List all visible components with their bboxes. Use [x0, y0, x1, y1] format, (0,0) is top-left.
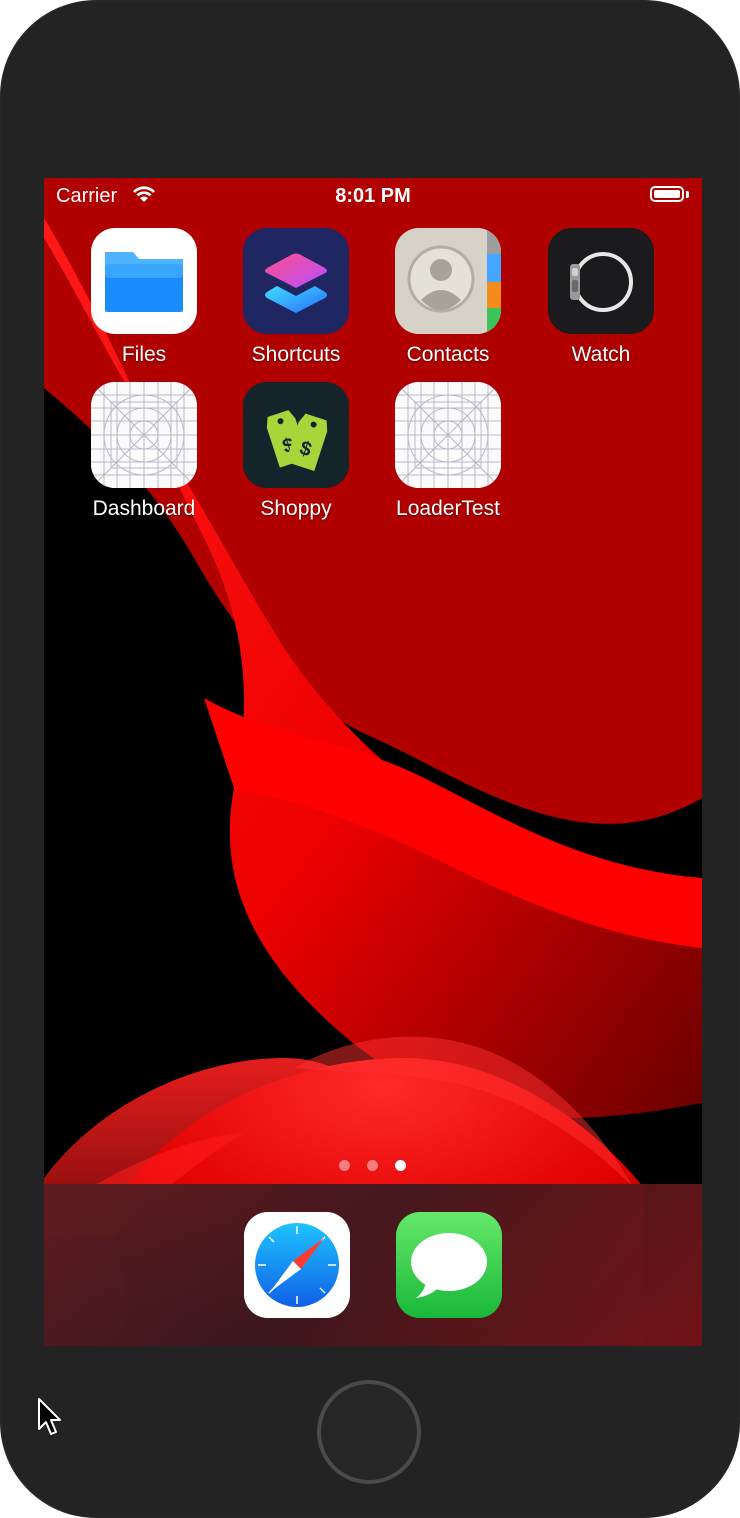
- page-indicator[interactable]: [332, 1158, 412, 1172]
- app-label: Watch: [571, 343, 631, 366]
- messages-bubble-icon[interactable]: [396, 1212, 502, 1318]
- placeholder-app-icon[interactable]: [91, 382, 197, 488]
- page-dot[interactable]: [339, 1160, 350, 1171]
- app-label: Shoppy: [260, 497, 332, 520]
- app-shoppy[interactable]: $ $ Shoppy: [221, 382, 371, 532]
- app-label: Dashboard: [92, 497, 196, 520]
- page-dot-active[interactable]: [395, 1160, 406, 1171]
- status-bar: Carrier 8:01 PM: [44, 178, 702, 214]
- price-tags-icon[interactable]: $ $: [243, 382, 349, 488]
- placeholder-app-icon[interactable]: [395, 382, 501, 488]
- app-label: Contacts: [406, 343, 490, 366]
- page-dot[interactable]: [367, 1160, 378, 1171]
- files-folder-icon[interactable]: [91, 228, 197, 334]
- device-frame: Carrier 8:01 PM Files Shortcuts Contacts…: [0, 0, 740, 1518]
- app-watch[interactable]: Watch: [526, 228, 676, 378]
- dock: [44, 1184, 702, 1346]
- app-label: Files: [121, 343, 167, 366]
- app-files[interactable]: Files: [69, 228, 219, 378]
- app-dashboard[interactable]: Dashboard: [69, 382, 219, 532]
- screen: Carrier 8:01 PM Files Shortcuts Contacts…: [44, 178, 702, 1346]
- status-time: 8:01 PM: [335, 185, 411, 207]
- contacts-icon[interactable]: [395, 228, 501, 334]
- app-loadertest[interactable]: LoaderTest: [373, 382, 523, 532]
- app-label: LoaderTest: [396, 497, 500, 520]
- mouse-cursor-icon: [38, 1398, 61, 1435]
- shortcuts-icon[interactable]: [243, 228, 349, 334]
- home-button[interactable]: [317, 1380, 421, 1484]
- app-shortcuts[interactable]: Shortcuts: [221, 228, 371, 378]
- battery-tip: [686, 191, 689, 198]
- safari-compass-icon[interactable]: [244, 1212, 350, 1318]
- battery-icon: [650, 186, 684, 202]
- app-contacts[interactable]: Contacts: [373, 228, 523, 378]
- watch-icon[interactable]: [548, 228, 654, 334]
- app-label: Shortcuts: [251, 343, 341, 366]
